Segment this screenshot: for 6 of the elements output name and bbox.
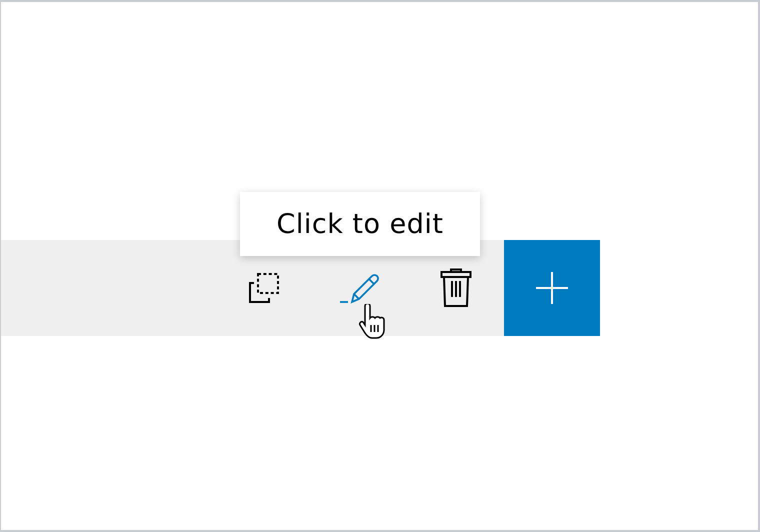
pencil-icon — [339, 271, 381, 305]
plus-icon — [535, 271, 569, 305]
copy-icon — [247, 271, 281, 305]
hand-cursor-icon — [358, 304, 388, 340]
trash-icon — [440, 268, 472, 308]
tooltip-text: Click to edit — [276, 208, 444, 240]
